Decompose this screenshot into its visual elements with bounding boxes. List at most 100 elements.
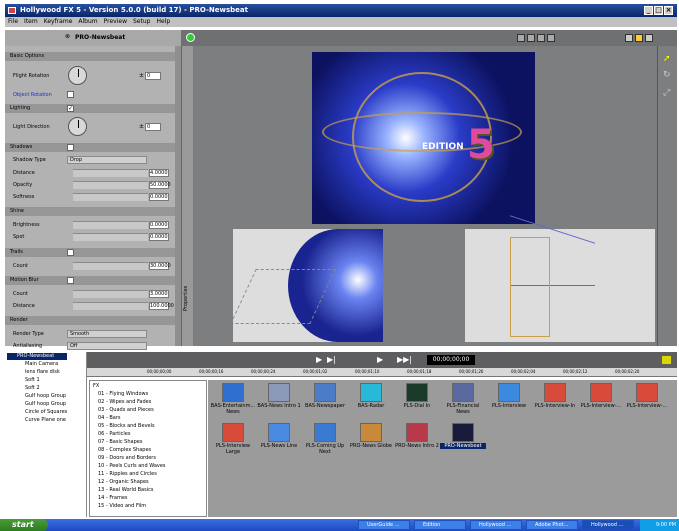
section-trails[interactable]: Trails bbox=[5, 248, 175, 257]
distance-slider[interactable] bbox=[73, 169, 148, 177]
tree-item[interactable]: Curve Plane one bbox=[25, 417, 66, 423]
tree-item[interactable]: Main Camera bbox=[25, 361, 58, 367]
trails-count-value[interactable]: 30.0000 bbox=[149, 262, 171, 270]
flight-rotation-knob[interactable] bbox=[68, 66, 87, 85]
menu-file[interactable]: File bbox=[5, 18, 21, 25]
side-viewport[interactable] bbox=[465, 215, 655, 356]
section-lighting[interactable]: Lighting bbox=[5, 104, 175, 113]
fx-root[interactable]: FX bbox=[93, 383, 99, 389]
spot-slider[interactable] bbox=[73, 233, 148, 241]
fast-forward-icon[interactable]: ▶▶| bbox=[397, 355, 412, 364]
softness-value[interactable]: 0.0000 bbox=[149, 193, 169, 201]
home-icon[interactable] bbox=[625, 34, 633, 42]
fx-category[interactable]: 06 - Particles bbox=[98, 431, 130, 437]
section-basic-options[interactable]: Basic Options bbox=[5, 52, 175, 61]
fx-category[interactable]: 12 - Organic Shapes bbox=[98, 479, 149, 485]
single-view-icon[interactable] bbox=[517, 34, 525, 42]
menu-preview[interactable]: Preview bbox=[101, 18, 130, 25]
fx-category[interactable]: 02 - Wipes and Fades bbox=[98, 399, 151, 405]
taskbar-button[interactable]: Edition bbox=[414, 520, 466, 530]
menu-item[interactable]: Item bbox=[21, 18, 41, 25]
section-shadows[interactable]: Shadows bbox=[5, 143, 175, 152]
taskbar-button[interactable]: Hollywood ... bbox=[582, 520, 634, 530]
trails-checkbox[interactable] bbox=[67, 249, 74, 256]
brightness-value[interactable]: 0.0000 bbox=[149, 221, 169, 229]
opacity-slider[interactable] bbox=[73, 181, 148, 189]
properties-tab[interactable]: Properties bbox=[181, 46, 193, 346]
start-button[interactable]: start bbox=[0, 519, 48, 531]
light-direction-knob[interactable] bbox=[68, 117, 87, 136]
motion-blur-count-value[interactable]: 3.0000 bbox=[149, 290, 169, 298]
tree-item[interactable]: Soft 1 bbox=[25, 377, 40, 383]
section-render[interactable]: Render bbox=[5, 316, 175, 325]
motion-blur-distance-value[interactable]: 100.0000 bbox=[149, 302, 174, 310]
keyframe-icon[interactable] bbox=[662, 356, 671, 364]
fx-thumbnail[interactable]: PLS-Coming Up Next bbox=[302, 423, 348, 455]
fx-category[interactable]: 08 - Complex Shapes bbox=[98, 447, 151, 453]
fx-thumbnail[interactable]: PLS-Dial In bbox=[394, 383, 440, 409]
tree-item[interactable]: Circle of Squares bbox=[25, 409, 67, 415]
split-view-icon[interactable] bbox=[527, 34, 535, 42]
maximize-button[interactable]: □ bbox=[654, 6, 663, 15]
fx-category[interactable]: 01 - Flying Windows bbox=[98, 391, 148, 397]
brightness-slider[interactable] bbox=[73, 221, 148, 229]
render-type-select[interactable]: Smooth bbox=[67, 330, 147, 338]
camera-icon[interactable] bbox=[645, 34, 653, 42]
taskbar-button[interactable]: UserGuide ... bbox=[358, 520, 410, 530]
step-end-icon[interactable]: ▶| bbox=[327, 355, 336, 364]
fx-thumbnail[interactable]: PLS-Financial News bbox=[440, 383, 486, 415]
light-icon[interactable] bbox=[635, 34, 643, 42]
fx-thumbnail[interactable]: BAS-Newspaper bbox=[302, 383, 348, 409]
fx-thumbnail[interactable]: PLS-Interview-... bbox=[578, 383, 624, 409]
flight-rotation-value[interactable]: 0 bbox=[145, 72, 161, 80]
fx-thumbnail[interactable]: PRO-News Intro 2 bbox=[394, 423, 440, 449]
menu-setup[interactable]: Setup bbox=[130, 18, 153, 25]
minimize-button[interactable]: _ bbox=[644, 6, 653, 15]
fx-thumbnail[interactable]: PLS-Interview Large bbox=[210, 423, 256, 455]
tree-item[interactable]: Soft 2 bbox=[25, 385, 40, 391]
fx-thumbnail[interactable]: PRO-Newsbeat bbox=[440, 423, 486, 449]
fx-category[interactable]: 03 - Quads and Pieces bbox=[98, 407, 154, 413]
lighting-checkbox[interactable]: ✓ bbox=[67, 105, 74, 112]
taskbar-button[interactable]: Adobe Phot... bbox=[526, 520, 578, 530]
fx-category[interactable]: 13 - Real World Basics bbox=[98, 487, 153, 493]
object-rotation-checkbox[interactable] bbox=[67, 91, 74, 98]
close-button[interactable]: × bbox=[664, 6, 673, 15]
menu-help[interactable]: Help bbox=[153, 18, 173, 25]
light-direction-value[interactable]: 0 bbox=[145, 123, 161, 131]
timeline-ruler[interactable]: 00;00;00;00 00;00;00;16 00;00;00;24 00;0… bbox=[87, 368, 677, 377]
fx-thumbnail[interactable]: PLS-Interview bbox=[486, 383, 532, 409]
tree-item[interactable]: Gulf hoop Group bbox=[25, 393, 66, 399]
cursor-tool-icon[interactable]: ➚ bbox=[663, 54, 671, 64]
menu-keyframe[interactable]: Keyframe bbox=[41, 18, 76, 25]
opacity-value[interactable]: 50.0000 bbox=[149, 181, 171, 189]
shadow-type-select[interactable]: Drop bbox=[67, 156, 147, 164]
distance-value[interactable]: 4.0000 bbox=[149, 169, 169, 177]
fx-category[interactable]: 15 - Video and Film bbox=[98, 503, 146, 509]
fx-thumbnail[interactable]: PLS-Interview-In bbox=[532, 383, 578, 409]
fx-thumbnail[interactable]: PRO-News Globe bbox=[348, 423, 394, 449]
fx-category[interactable]: 04 - Bars bbox=[98, 415, 121, 421]
section-motion-blur[interactable]: Motion Blur bbox=[5, 276, 175, 285]
tree-item[interactable]: Gulf hoop Group bbox=[25, 401, 66, 407]
softness-slider[interactable] bbox=[73, 193, 148, 201]
section-shine[interactable]: Shine bbox=[5, 207, 175, 216]
motion-blur-count-slider[interactable] bbox=[73, 290, 148, 298]
taskbar-button[interactable]: Hollywood ... bbox=[470, 520, 522, 530]
main-viewport[interactable]: EDITION 5 bbox=[312, 52, 535, 224]
render-status-icon[interactable] bbox=[186, 33, 195, 42]
scale-tool-icon[interactable]: ⤢ bbox=[663, 88, 670, 98]
fx-category[interactable]: 05 - Blocks and Bevels bbox=[98, 423, 155, 429]
fx-category[interactable]: 10 - Peels Curls and Waves bbox=[98, 463, 166, 469]
quad-view-icon[interactable] bbox=[547, 34, 555, 42]
shadows-checkbox[interactable] bbox=[67, 144, 74, 151]
fx-category[interactable]: 09 - Doors and Borders bbox=[98, 455, 156, 461]
menu-album[interactable]: Album bbox=[75, 18, 100, 25]
perspective-viewport[interactable] bbox=[233, 229, 383, 342]
spot-value[interactable]: 0.0000 bbox=[149, 233, 169, 241]
motion-blur-checkbox[interactable] bbox=[67, 277, 74, 284]
motion-blur-distance-slider[interactable] bbox=[73, 302, 148, 310]
fx-thumbnail[interactable]: BAS-Radar bbox=[348, 383, 394, 409]
fx-category[interactable]: 14 - Frames bbox=[98, 495, 128, 501]
rotate-tool-icon[interactable]: ↻ bbox=[663, 70, 671, 80]
